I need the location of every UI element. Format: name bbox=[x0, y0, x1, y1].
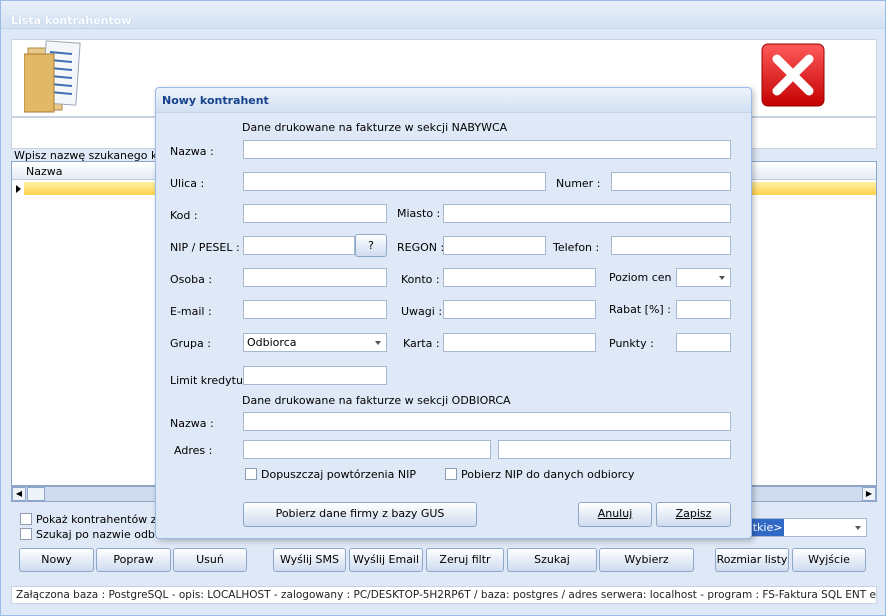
odbiorca-adres-field-2[interactable] bbox=[498, 440, 731, 459]
new-contractor-dialog: Nowy kontrahent Dane drukowane na faktur… bbox=[155, 87, 752, 539]
label-numer: Numer : bbox=[556, 177, 601, 190]
label-telefon: Telefon : bbox=[553, 241, 600, 254]
scroll-right-button[interactable]: ▶ bbox=[862, 487, 876, 501]
nip-lookup-button[interactable]: ? bbox=[355, 234, 387, 257]
allow-duplicate-nip-label: Dopuszczaj powtórzenia NIP bbox=[261, 468, 416, 481]
fetch-nip-checkbox[interactable] bbox=[445, 468, 457, 480]
search-recipient-checkbox[interactable] bbox=[20, 528, 32, 540]
label-nazwa: Nazwa : bbox=[170, 145, 214, 158]
label-kod: Kod : bbox=[170, 209, 198, 222]
label-osoba: Osoba : bbox=[170, 273, 213, 286]
section-buyer-heading: Dane drukowane na fakturze w sekcji NABY… bbox=[242, 121, 508, 134]
section-recipient-heading: Dane drukowane na fakturze w sekcji ODBI… bbox=[242, 394, 511, 407]
show-blocked-label: Pokaż kontrahentów zabl bbox=[36, 513, 174, 526]
odbiorca-nazwa-field[interactable] bbox=[243, 412, 731, 431]
email-field[interactable] bbox=[243, 300, 387, 319]
label-grupa: Grupa : bbox=[170, 337, 211, 350]
chevron-down-icon bbox=[375, 341, 381, 345]
documents-icon bbox=[24, 40, 81, 113]
label-punkty: Punkty : bbox=[609, 337, 654, 350]
rabat-field[interactable] bbox=[676, 300, 731, 319]
chevron-down-icon bbox=[855, 526, 861, 530]
row-pointer-icon bbox=[16, 185, 21, 193]
fetch-nip-label: Pobierz NIP do danych odbiorcy bbox=[461, 468, 635, 481]
miasto-field[interactable] bbox=[443, 204, 731, 223]
label-email: E-mail : bbox=[170, 305, 212, 318]
regon-field[interactable] bbox=[443, 236, 546, 255]
scroll-thumb[interactable] bbox=[27, 487, 45, 501]
save-button[interactable]: Zapisz bbox=[656, 502, 731, 527]
label-uwagi: Uwagi : bbox=[401, 305, 443, 318]
send-email-button[interactable]: Wyślij Email bbox=[349, 548, 423, 572]
nazwa-field[interactable] bbox=[243, 140, 731, 159]
numer-field[interactable] bbox=[611, 172, 731, 191]
grupa-select-value: Odbiorca bbox=[247, 336, 297, 349]
nip-field[interactable] bbox=[243, 236, 355, 255]
grid-column-name[interactable]: Nazwa bbox=[26, 165, 62, 178]
uwagi-field[interactable] bbox=[443, 300, 596, 319]
osoba-field[interactable] bbox=[243, 268, 387, 287]
select-button[interactable]: Wybierz bbox=[599, 548, 694, 572]
karta-field[interactable] bbox=[443, 333, 596, 352]
list-size-button[interactable]: Rozmiar listy bbox=[715, 548, 789, 572]
label-nip: NIP / PESEL : bbox=[170, 241, 240, 254]
label-konto: Konto : bbox=[401, 273, 440, 286]
fetch-gus-button[interactable]: Pobierz dane firmy z bazy GUS bbox=[243, 502, 477, 527]
label-karta: Karta : bbox=[403, 337, 440, 350]
kod-field[interactable] bbox=[243, 204, 387, 223]
odbiorca-adres-field-1[interactable] bbox=[243, 440, 491, 459]
punkty-field[interactable] bbox=[676, 333, 731, 352]
chevron-down-icon bbox=[719, 276, 725, 280]
label-miasto: Miasto : bbox=[397, 207, 441, 220]
exit-button[interactable]: Wyjście bbox=[792, 548, 866, 572]
konto-field[interactable] bbox=[443, 268, 596, 287]
new-button[interactable]: Nowy bbox=[19, 548, 94, 572]
label-odbiorca-adres: Adres : bbox=[174, 444, 213, 457]
delete-button[interactable]: Usuń bbox=[173, 548, 247, 572]
limit-kredytu-field[interactable] bbox=[243, 366, 387, 385]
search-button[interactable]: Szukaj bbox=[507, 548, 597, 572]
scroll-left-button[interactable]: ◀ bbox=[12, 487, 26, 501]
label-ulica: Ulica : bbox=[170, 177, 205, 190]
label-rabat: Rabat [%] : bbox=[609, 303, 671, 316]
price-level-select[interactable] bbox=[676, 268, 731, 287]
close-icon[interactable] bbox=[761, 43, 825, 107]
send-sms-button[interactable]: Wyślij SMS bbox=[273, 548, 346, 572]
label-limit-kredytu: Limit kredytu: bbox=[170, 374, 247, 387]
label-odbiorca-nazwa: Nazwa : bbox=[170, 417, 214, 430]
dialog-title: Nowy kontrahent bbox=[156, 88, 751, 113]
grupa-select[interactable]: Odbiorca bbox=[243, 333, 387, 352]
reset-filter-button[interactable]: Zeruj filtr bbox=[426, 548, 504, 572]
group-select[interactable]: stkie> bbox=[744, 518, 867, 537]
label-regon: REGON : bbox=[397, 241, 445, 254]
show-blocked-checkbox[interactable] bbox=[20, 513, 32, 525]
allow-duplicate-nip-checkbox[interactable] bbox=[245, 468, 257, 480]
window-title: Lista kontrahentów bbox=[1, 1, 885, 29]
status-bar: Załączona baza : PostgreSQL - opis: LOCA… bbox=[11, 586, 877, 604]
telefon-field[interactable] bbox=[611, 236, 731, 255]
edit-button[interactable]: Popraw bbox=[96, 548, 171, 572]
cancel-button[interactable]: Anuluj bbox=[578, 502, 652, 527]
label-poziom-cen: Poziom cen : bbox=[609, 271, 679, 284]
ulica-field[interactable] bbox=[243, 172, 546, 191]
